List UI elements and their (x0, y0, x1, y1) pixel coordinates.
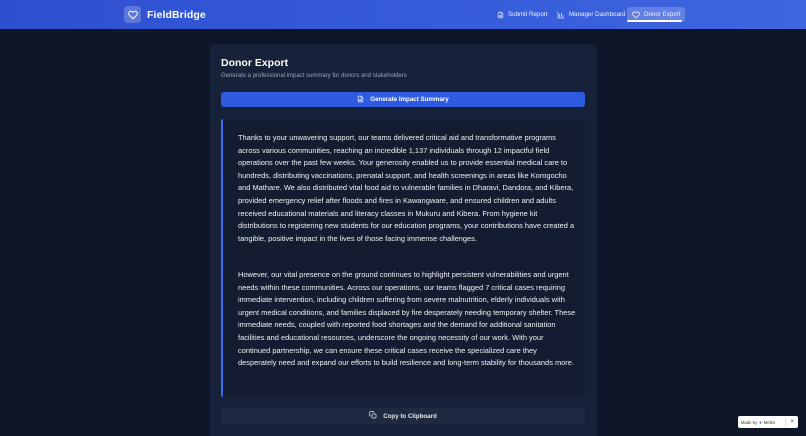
brand[interactable]: FieldBridge (124, 6, 206, 23)
page-subtitle: Generate a professional impact summary f… (221, 73, 407, 79)
bar-chart-icon (557, 11, 565, 19)
divider (785, 418, 787, 426)
heart-icon (632, 11, 640, 19)
generate-impact-summary-button[interactable]: Generate Impact Summary (221, 92, 585, 107)
nav-item-label: Donor Export (644, 11, 681, 18)
made-by-text: Made by (741, 419, 758, 425)
app-name: FieldBridge (147, 8, 206, 21)
medo-logo-icon: ● (759, 419, 762, 425)
generate-button-label: Generate Impact Summary (370, 96, 449, 103)
nav-item-label: Submit Report (508, 11, 548, 18)
top-navigation-bar: FieldBridge Submit Report Manager Dashbo… (0, 0, 806, 29)
made-by-badge[interactable]: Made by ● MeDo × (738, 416, 798, 428)
close-icon[interactable]: × (790, 419, 795, 425)
active-nav-indicator (627, 20, 682, 22)
made-by-brand: MeDo (763, 419, 775, 425)
impact-summary-panel: Thanks to your unwavering support, our t… (221, 119, 585, 397)
nav-item-manager-dashboard[interactable]: Manager Dashboard (552, 7, 630, 22)
nav-item-label: Manager Dashboard (569, 11, 626, 18)
document-icon (357, 95, 364, 105)
copy-icon (369, 411, 377, 421)
copy-to-clipboard-button[interactable]: Copy to Clipboard (221, 408, 585, 424)
nav-item-submit-report[interactable]: Submit Report (492, 7, 553, 22)
heart-logo-icon (124, 6, 141, 23)
document-icon (497, 11, 504, 19)
donor-export-card: Donor Export Generate a professional imp… (210, 44, 597, 436)
summary-paragraph: Thanks to your unwavering support, our t… (238, 133, 575, 243)
summary-paragraph: However, our vital presence on the groun… (238, 270, 576, 368)
copy-button-label: Copy to Clipboard (383, 412, 437, 420)
page-title: Donor Export (221, 57, 289, 69)
